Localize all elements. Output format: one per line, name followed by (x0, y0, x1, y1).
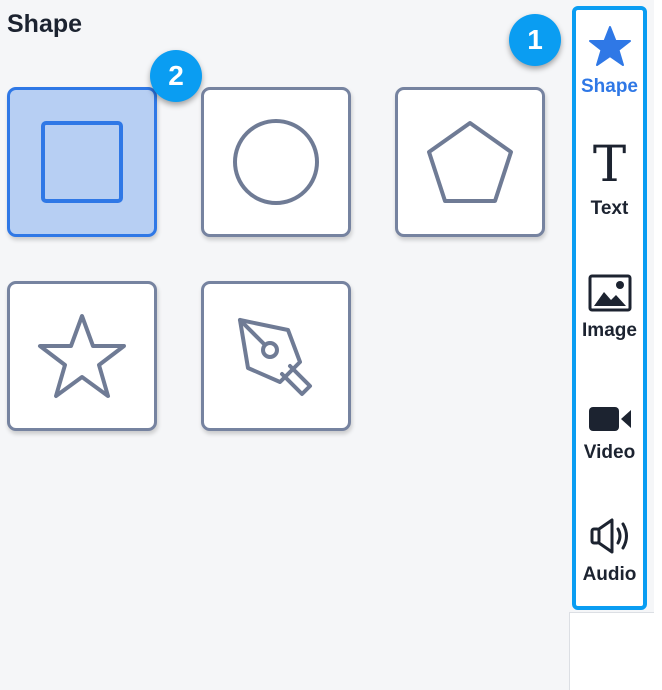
rail-item-audio[interactable]: Audio (576, 504, 643, 614)
text-icon: T (592, 135, 627, 193)
rail-item-image[interactable]: Image (576, 260, 643, 370)
rail-label-text: Text (590, 198, 629, 219)
square-icon (41, 121, 123, 203)
rail-label-audio: Audio (582, 564, 637, 585)
tool-rail: Shape T Text Image Video Audio (572, 6, 647, 610)
shape-tile-pentagon[interactable] (395, 87, 545, 237)
step-badge-2: 2 (150, 50, 202, 102)
rail-label-image: Image (582, 320, 637, 341)
rail-label-shape: Shape (580, 76, 639, 97)
pen-tool-icon (238, 318, 312, 396)
shape-panel: Shape (0, 0, 570, 690)
shape-tile-star[interactable] (7, 281, 157, 431)
shape-tile-square[interactable] (7, 87, 157, 237)
rail-item-shape[interactable]: Shape (576, 16, 643, 126)
rail-label-video: Video (583, 442, 636, 463)
pentagon-icon (427, 121, 513, 203)
star-icon (588, 26, 631, 66)
circle-icon (233, 119, 319, 205)
step-badge-1: 1 (509, 14, 561, 66)
star-outline-icon (38, 314, 126, 398)
rail-item-video[interactable]: Video (576, 382, 643, 492)
video-icon (588, 407, 631, 431)
shape-tile-pen[interactable] (201, 281, 351, 431)
panel-title: Shape (7, 10, 83, 38)
rail-item-text[interactable]: T Text (576, 138, 643, 248)
audio-icon (590, 518, 628, 554)
image-icon (588, 274, 631, 312)
shape-tile-circle[interactable] (201, 87, 351, 237)
